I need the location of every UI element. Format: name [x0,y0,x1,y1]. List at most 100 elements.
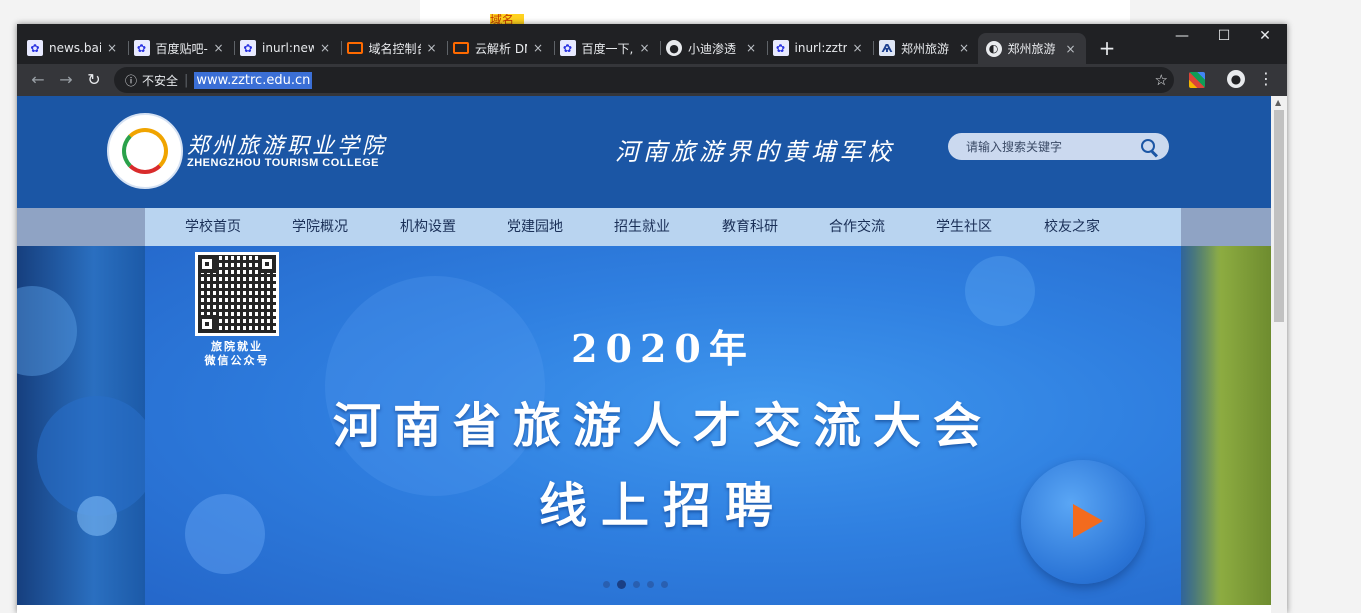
tab-close-icon[interactable]: × [957,41,971,55]
tab-strip: ✿news.baidu×✿百度贴吧-×✿inurl:news×域名控制台×云解析… [17,24,1287,64]
banner-play-button[interactable] [1021,460,1145,584]
back-button[interactable]: ← [27,70,49,89]
site-slogan: 河南旅游界的黄埔军校 [615,138,895,166]
address-divider: | [184,72,189,88]
address-bar[interactable]: ⓘ 不安全 | www.zztrc.edu.cn ☆ [114,67,1174,93]
site-search-box[interactable]: 请输入搜索关键字 [948,133,1169,160]
college-logo-icon[interactable] [107,113,183,189]
tab-title: 郑州旅游 [1007,42,1056,56]
tab-separator [340,41,342,55]
banner-title: 河南省旅游人才交流大会 [332,398,993,454]
browser-tab[interactable]: ✿ inurl:zztr × [772,35,865,61]
tab-title: 百度贴吧- [155,41,208,56]
slide-dot[interactable] [617,580,626,589]
nav-item-departments[interactable]: 机构设置 [400,208,456,246]
college-name-cn[interactable]: 郑州旅游职业学院 [187,128,387,160]
slide-dot[interactable] [661,581,668,588]
browser-tab[interactable]: ✿ 百度一下, × [559,35,652,61]
slide-dot[interactable] [633,581,640,588]
security-label[interactable]: 不安全 [142,72,178,89]
nav-item-home[interactable]: 学校首页 [185,208,241,246]
nav-item-cooperation[interactable]: 合作交流 [829,208,885,246]
aliyun-icon [346,42,363,54]
baidu-paw-icon: ✿ [240,40,256,56]
main-nav: 学校首页 学院概况 机构设置 党建园地 招生就业 教育科研 合作交流 学生社区 … [17,208,1271,246]
browser-tab[interactable]: ● 小迪渗透 × [666,35,758,61]
minimize-button[interactable]: — [1162,28,1202,44]
maximize-button[interactable]: ☐ [1204,28,1244,44]
tab-separator [127,41,129,55]
browser-tab[interactable]: ✿ inurl:news × [240,35,332,61]
window-close-button[interactable]: ✕ [1245,28,1285,44]
baidu-paw-icon: ✿ [27,40,43,56]
tab-close-icon[interactable]: × [212,41,226,55]
browser-tab[interactable]: ✿ 百度贴吧- × [133,35,226,61]
tab-title: inurl:zztr [794,41,847,55]
page-content-start [17,605,1271,613]
nav-item-research[interactable]: 教育科研 [722,208,778,246]
background-document [420,0,1130,24]
tab-title: 域名控制台 [368,41,421,56]
tab-title: inurl:news [262,41,314,55]
tab-separator [766,41,768,55]
tab-close-icon[interactable]: × [531,41,545,55]
browser-tab[interactable]: ✿ news.baidu × [27,35,119,61]
tab-close-icon[interactable]: × [1064,42,1078,56]
baidu-paw-icon: ✿ [559,40,576,56]
slide-dot[interactable] [647,581,654,588]
nav-item-admissions[interactable]: 招生就业 [614,208,670,246]
tab-title: 小迪渗透 [688,41,737,56]
new-tab-button[interactable]: + [1095,36,1119,60]
tab-close-icon[interactable]: × [638,41,652,55]
vertical-scrollbar[interactable]: ▲ [1271,96,1287,613]
browser-toolbar: ← → ↻ ⓘ 不安全 | www.zztrc.edu.cn ☆ ● ⋮ [17,64,1287,96]
browser-tab[interactable]: 域名控制台 × [346,35,439,61]
browser-tab[interactable]: 云解析 DN × [453,35,545,61]
tab-separator [660,41,661,55]
nav-item-overview[interactable]: 学院概况 [292,208,348,246]
forward-button[interactable]: → [55,70,77,89]
banner-slide[interactable]: 旅院就业 微信公众号 2020年 河南省旅游人才交流大会 线上招聘 [145,246,1181,613]
tab-close-icon[interactable]: × [318,41,332,55]
site-header: 郑州旅游职业学院 ZHENGZHOU TOURISM COLLEGE 河南旅游界… [17,96,1271,208]
nav-item-alumni[interactable]: 校友之家 [1044,208,1100,246]
extension-icon[interactable] [1189,72,1205,88]
banner-prev-slide-peek [17,246,157,613]
tab-title: 百度一下, [581,41,634,56]
college-name-en[interactable]: ZHENGZHOU TOURISM COLLEGE [187,157,379,169]
browser-menu-button[interactable]: ⋮ [1257,69,1275,88]
tab-close-icon[interactable]: × [851,41,865,55]
search-icon[interactable] [1139,137,1159,158]
main-nav-inner: 学校首页 学院概况 机构设置 党建园地 招生就业 教育科研 合作交流 学生社区 … [145,208,1181,246]
slide-dot[interactable] [603,581,610,588]
search-input[interactable]: 请输入搜索关键字 [966,138,1139,155]
baidu-paw-icon: ✿ [772,40,789,56]
nav-item-students[interactable]: 学生社区 [936,208,992,246]
tab-title: 郑州旅游 [901,41,950,56]
bookmark-star-icon[interactable]: ☆ [1155,71,1168,89]
reload-button[interactable]: ↻ [83,70,105,89]
play-arrow-icon [1073,504,1103,538]
tab-close-icon[interactable]: × [425,41,439,55]
tab-title: 云解析 DN [475,41,527,56]
page-viewport: 郑州旅游职业学院 ZHENGZHOU TOURISM COLLEGE 河南旅游界… [17,96,1271,613]
browser-tab[interactable]: ◐ 郑州旅游 × [977,33,1086,64]
url-text[interactable]: www.zztrc.edu.cn [194,71,313,89]
nav-item-party[interactable]: 党建园地 [507,208,563,246]
tab-close-icon[interactable]: × [105,41,119,55]
tab-separator [553,41,555,55]
tab-separator [234,41,235,55]
scroll-up-icon[interactable]: ▲ [1275,98,1281,107]
profile-avatar-icon[interactable]: ● [1227,70,1245,88]
site-info-icon[interactable]: ⓘ [120,72,142,89]
browser-tab[interactable]: Ѧ 郑州旅游 × [879,35,971,61]
tab-close-icon[interactable]: × [744,41,758,55]
scrollbar-thumb[interactable] [1274,110,1284,322]
zztrc-globe-icon: ◐ [985,40,1002,57]
banner-next-slide-peek [1181,246,1271,613]
baidu-paw-icon: ✿ [133,40,150,56]
slide-indicators [603,580,668,589]
globe-icon: ● [666,40,682,56]
tab-separator [873,41,874,55]
hero-banner[interactable]: 旅院就业 微信公众号 2020年 河南省旅游人才交流大会 线上招聘 [17,246,1271,613]
